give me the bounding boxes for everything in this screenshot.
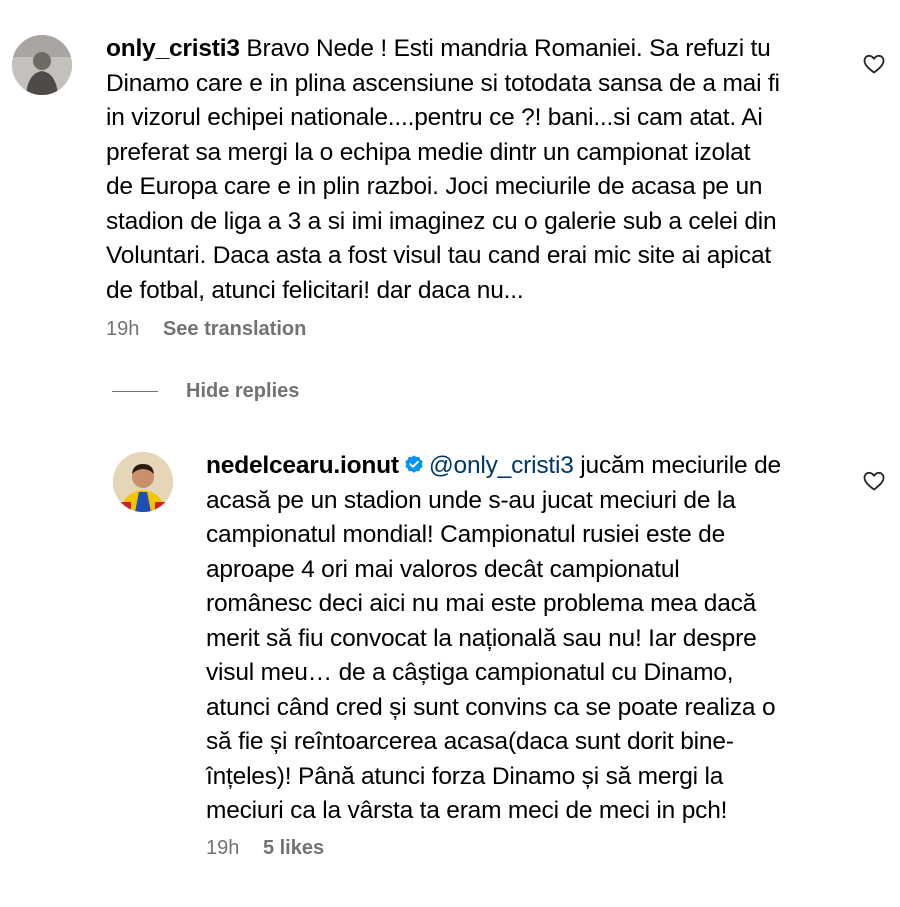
avatar[interactable] — [12, 35, 72, 95]
comment-line: de fotbal, atunci felicitari! dar daca n… — [106, 276, 524, 304]
see-translation-button[interactable]: See translation — [163, 318, 306, 340]
comment-line: stadion de liga a 3 a si imi imaginez cu… — [106, 207, 777, 235]
comment-username[interactable]: only_cristi3 — [106, 35, 240, 62]
divider — [112, 390, 158, 393]
reply-line: înțeles)! Până atunci forza Dinamo și să… — [206, 762, 724, 790]
reply-line: meciuri ca la vârsta ta eram meci de mec… — [206, 797, 728, 824]
reply-username[interactable]: nedelcearu.ionut — [206, 452, 399, 479]
verified-badge-icon — [405, 455, 423, 473]
reply-line: atunci când cred și sunt convins ca se p… — [206, 693, 776, 721]
likes-count-button[interactable]: 5 likes — [263, 837, 324, 859]
comment-meta: 19h See translation — [106, 318, 324, 341]
reply-line: campionatul mondial! Campionatul rusiei … — [206, 521, 726, 548]
mention-link[interactable]: @only_cristi3 — [429, 452, 574, 479]
reply-line: jucăm meciurile de — [573, 452, 781, 479]
reply-line: aproape 4 ori mai valoros decât campiona… — [206, 555, 680, 583]
comment-line: Dinamo care e in plina ascensiune si tot… — [106, 69, 780, 97]
like-heart-icon[interactable] — [862, 52, 886, 76]
comment-line: preferat sa mergi la o echipa medie dint… — [106, 138, 751, 166]
comment-line: de Europa care e in plin razboi. Joci me… — [106, 173, 763, 200]
comment-line: Voluntari. Daca asta a fost visul tau ca… — [106, 242, 771, 269]
comment-first-line: only_cristi3 Bravo Nede ! Esti mandria R… — [106, 32, 866, 67]
comment-line: in vizorul echipei nationale....pentru c… — [106, 104, 763, 131]
user-photo-icon — [12, 35, 72, 95]
avatar[interactable] — [113, 452, 173, 512]
reply-first-line: nedelcearu.ionut @only_cristi3 jucăm meci… — [206, 449, 856, 484]
comment-body: only_cristi3 Bravo Nede ! Esti mandria R… — [106, 32, 866, 308]
reply-line: românesc deci aici nu mai este problema … — [206, 590, 757, 617]
hide-replies-button[interactable]: Hide replies — [112, 380, 299, 403]
hide-replies-label: Hide replies — [186, 380, 300, 402]
comment-line: Bravo Nede ! Esti mandria Romaniei. Sa r… — [246, 35, 771, 62]
comment-time: 19h — [106, 318, 140, 340]
reply-body: nedelcearu.ionut @only_cristi3 jucăm meci… — [206, 449, 856, 829]
reply-line: acasă pe un stadion unde s-au jucat meci… — [206, 486, 736, 514]
reply-time: 19h — [206, 837, 240, 859]
reply-meta: 19h 5 likes — [206, 837, 342, 860]
like-heart-icon[interactable] — [862, 469, 886, 493]
reply-line: merit să fiu convocat la națională sau n… — [206, 624, 757, 652]
reply-line: visul meu… de a câștiga campionatul cu D… — [206, 659, 734, 686]
user-photo-icon — [113, 452, 173, 512]
reply-line: să fie și reîntoarcerea acasa(daca sunt … — [206, 728, 734, 755]
